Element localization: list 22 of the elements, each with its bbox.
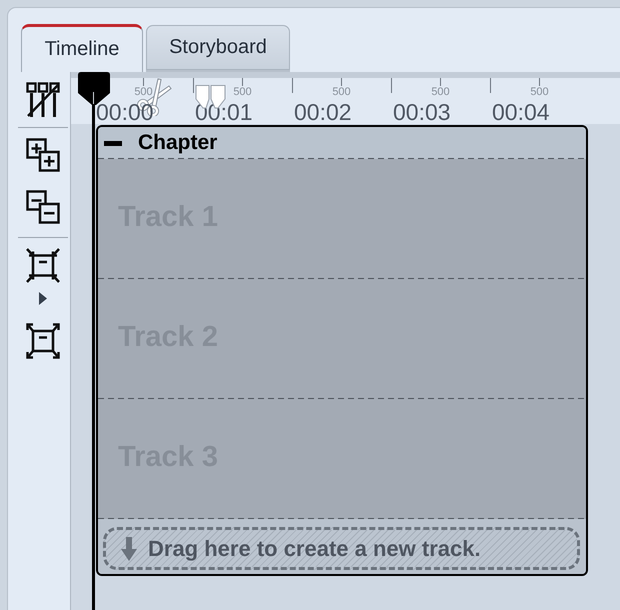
expand-frame-icon[interactable] [26, 323, 60, 359]
drop-hint: Drag here to create a new track. [148, 536, 481, 562]
tab[interactable]: Timeline [21, 24, 143, 72]
squares-bars-icon[interactable] [26, 82, 60, 118]
remove-boxes-icon[interactable] [26, 190, 60, 224]
down-arrow-icon [121, 536, 137, 560]
ruler-sub-label: 500 [233, 86, 252, 100]
chapter-title: Chapter [138, 131, 218, 155]
shrink-frame-icon[interactable] [26, 248, 60, 283]
ruler-sub-label: 500 [530, 86, 549, 100]
time-label: 00:00 [96, 100, 154, 124]
ruler-sub-label: 500 [332, 86, 351, 100]
tab[interactable]: Storyboard [146, 25, 290, 70]
drop-zone[interactable]: Drag here to create a new track. [103, 527, 580, 570]
ruler-sub-label: 500 [431, 86, 450, 100]
add-boxes-icon[interactable] [26, 138, 60, 172]
caret-icon[interactable] [39, 292, 47, 305]
time-label: 00:04 [492, 100, 550, 124]
ruler-sub-label: 500 [134, 86, 153, 100]
time-label: 00:02 [294, 100, 352, 124]
time-label: 00:03 [393, 100, 451, 124]
collapse-icon[interactable] [104, 140, 122, 146]
